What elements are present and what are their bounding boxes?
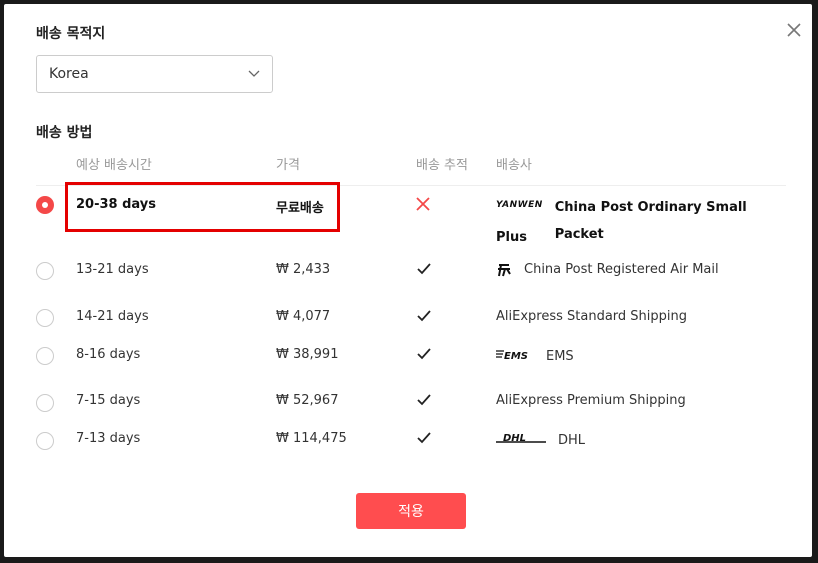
- shipping-option-row[interactable]: 7-13 days ₩ 114,475 DHL DHL: [4, 431, 812, 461]
- delivery-time: 8-16 days: [76, 347, 141, 362]
- column-header-time: 예상 배송시간: [76, 158, 152, 173]
- destination-title: 배송 목적지: [36, 26, 106, 42]
- delivery-time: 14-21 days: [76, 309, 149, 324]
- price: ₩ 38,991: [276, 347, 339, 362]
- carrier-name: China Post Ordinary Small Packet: [555, 194, 796, 248]
- radio-selected[interactable]: [36, 196, 54, 214]
- chevron-down-icon: [248, 66, 260, 82]
- shipping-method-title: 배송 방법: [36, 125, 93, 141]
- radio-unselected[interactable]: [36, 309, 54, 327]
- check-icon: [417, 432, 431, 448]
- check-icon: [417, 348, 431, 364]
- carrier: EMS EMS: [496, 349, 574, 365]
- shipping-option-row[interactable]: 8-16 days ₩ 38,991 EMS EMS: [4, 347, 812, 377]
- column-header-carrier: 배송사: [496, 158, 532, 173]
- carrier-name: DHL: [558, 433, 586, 448]
- radio-unselected[interactable]: [36, 394, 54, 412]
- radio-unselected[interactable]: [36, 432, 54, 450]
- cross-icon: [416, 197, 430, 215]
- carrier-name: China Post Registered Air Mail: [524, 262, 719, 277]
- close-icon[interactable]: [780, 16, 808, 44]
- carrier-name: AliExpress Standard Shipping: [496, 309, 687, 324]
- column-header-tracking: 배송 추적: [416, 158, 468, 173]
- column-header-price: 가격: [276, 158, 300, 173]
- selection-highlight: [65, 182, 340, 232]
- shipping-option-row[interactable]: 7-15 days ₩ 52,967 AliExpress Premium Sh…: [4, 393, 812, 423]
- country-select-value: Korea: [49, 66, 89, 82]
- carrier-name-line1: China Post Ordinary Small Packet: [554, 200, 747, 242]
- shipping-modal: 배송 목적지 Korea 배송 방법 예상 배송시간 가격 배송 추적 배송사 …: [4, 4, 812, 557]
- carrier-name: AliExpress Premium Shipping: [496, 393, 686, 408]
- check-icon: [417, 394, 431, 410]
- country-select[interactable]: Korea: [36, 55, 273, 93]
- svg-text:EMS: EMS: [504, 351, 528, 361]
- delivery-time: 13-21 days: [76, 262, 149, 277]
- carrier: China Post Registered Air Mail: [496, 262, 719, 282]
- shipping-option-row[interactable]: 14-21 days ₩ 4,077 AliExpress Standard S…: [4, 309, 812, 339]
- yanwen-logo: YANWEN: [496, 200, 543, 210]
- carrier: YANWEN China Post Ordinary Small Packet: [496, 200, 796, 248]
- carrier: DHL DHL: [496, 433, 585, 449]
- radio-unselected[interactable]: [36, 262, 54, 280]
- price: ₩ 2,433: [276, 262, 331, 277]
- ems-logo: EMS: [496, 349, 534, 365]
- china-post-icon: [496, 262, 512, 282]
- delivery-time: 7-15 days: [76, 393, 141, 408]
- radio-unselected[interactable]: [36, 347, 54, 365]
- shipping-option-row[interactable]: 13-21 days ₩ 2,433 China Post Registered…: [4, 262, 812, 292]
- svg-text:DHL: DHL: [503, 433, 526, 444]
- dhl-logo: DHL: [496, 433, 546, 449]
- check-icon: [417, 263, 431, 279]
- delivery-time: 7-13 days: [76, 431, 141, 446]
- price: ₩ 4,077: [276, 309, 331, 324]
- price: ₩ 114,475: [276, 431, 347, 446]
- apply-button[interactable]: 적용: [356, 493, 466, 529]
- price: ₩ 52,967: [276, 393, 339, 408]
- check-icon: [417, 310, 431, 326]
- carrier-name: EMS: [546, 349, 574, 364]
- carrier-name-line2: Plus: [496, 230, 527, 245]
